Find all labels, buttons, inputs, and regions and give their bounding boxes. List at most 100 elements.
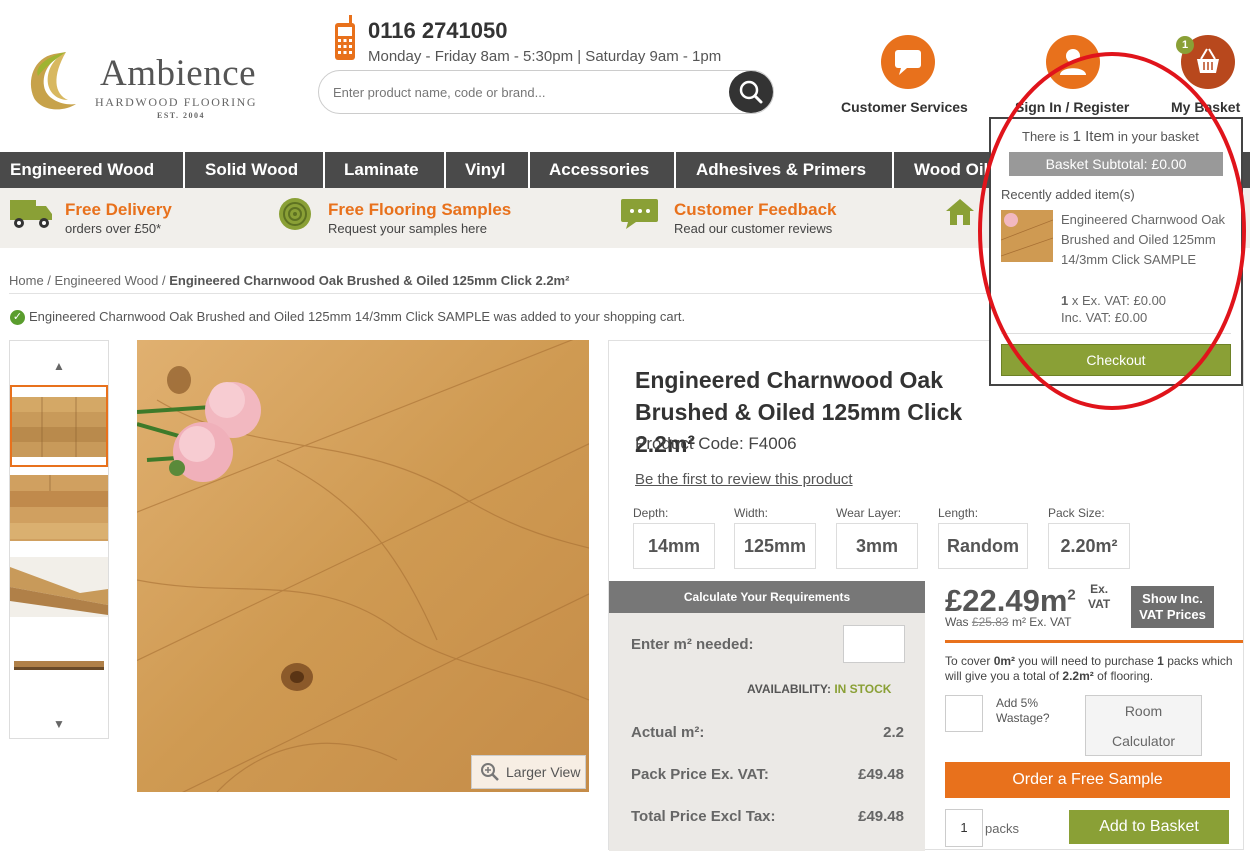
breadcrumb: Home / Engineered Wood / Engineered Char…	[9, 273, 569, 288]
customer-services-label[interactable]: Customer Services	[841, 99, 968, 115]
search-bar	[318, 70, 774, 114]
sign-in-button[interactable]	[1046, 35, 1100, 89]
count-text: in your basket	[1117, 129, 1199, 144]
price: £22.49m2	[945, 583, 1076, 619]
free-samples-title[interactable]: Free Flooring Samples	[328, 200, 511, 220]
basket-item-thumbnail[interactable]	[1001, 210, 1053, 262]
nav-accessories[interactable]: Accessories	[530, 152, 676, 188]
chat-icon	[621, 199, 658, 229]
was-suffix: m² Ex. VAT	[1011, 615, 1072, 629]
nav-vinyl[interactable]: Vinyl	[446, 152, 530, 188]
logo-name[interactable]: Ambience	[100, 52, 256, 95]
nav-adhesives[interactable]: Adhesives & Primers	[676, 152, 894, 188]
ex-vat-note: Ex. VAT	[1088, 582, 1110, 612]
basket-item-ex-vat: x Ex. VAT: £0.00	[1071, 293, 1167, 308]
spec-depth-label: Depth:	[633, 506, 669, 520]
cover-text: To cover	[945, 654, 991, 668]
logo-tagline: HARDWOOD FLOORING	[95, 95, 258, 109]
search-icon	[739, 80, 763, 104]
divider	[945, 640, 1243, 643]
thumbnail-3[interactable]	[10, 557, 108, 617]
order-sample-button[interactable]: Order a Free Sample	[945, 762, 1230, 798]
basket-subtotal: Basket Subtotal: £0.00	[1009, 152, 1223, 176]
product-code: Product Code: F4006	[635, 434, 797, 453]
free-delivery-title[interactable]: Free Delivery	[65, 200, 172, 220]
spec-wear-label: Wear Layer:	[836, 506, 902, 520]
count-text: There is	[1022, 129, 1069, 144]
truck-icon	[10, 200, 52, 228]
logo-est: EST. 2004	[157, 111, 206, 120]
thumb-down-arrow-icon[interactable]: ▼	[10, 709, 108, 739]
cover-total: 2.2m²	[1062, 669, 1094, 683]
breadcrumb-separator: /	[158, 273, 170, 288]
free-samples-sub: Request your samples here	[328, 221, 487, 236]
breadcrumb-separator: /	[43, 273, 55, 288]
wood-thumbnail-image	[14, 661, 104, 670]
availability: AVAILABILITY: IN STOCK	[747, 682, 891, 696]
wood-thumbnail-image	[1001, 210, 1053, 262]
wood-thumbnail-image	[10, 557, 108, 617]
show-vat-line-2: VAT Prices	[1139, 607, 1206, 622]
wastage-line-2: Wastage?	[996, 711, 1050, 725]
speech-bubble-icon	[895, 50, 921, 75]
thumbnail-1[interactable]	[10, 385, 108, 467]
wastage-checkbox[interactable]	[945, 695, 983, 732]
room-calculator-button[interactable]: Room Calculator	[1085, 695, 1202, 756]
wood-roll-icon	[279, 198, 311, 230]
search-input[interactable]	[333, 81, 723, 103]
nav-solid-wood[interactable]: Solid Wood	[185, 152, 325, 188]
breadcrumb-category[interactable]: Engineered Wood	[55, 273, 159, 288]
add-to-basket-button[interactable]: Add to Basket	[1069, 810, 1229, 844]
thumbnail-gallery: ▲ ▼	[9, 340, 109, 739]
calc-header: Calculate Your Requirements	[609, 581, 925, 613]
stock-status: IN STOCK	[834, 682, 892, 696]
m2-input[interactable]	[843, 625, 905, 663]
basket-label[interactable]: My Basket	[1171, 99, 1240, 115]
nav-engineered-wood[interactable]: Engineered Wood	[0, 152, 185, 188]
cover-m2: 0m²	[993, 654, 1016, 668]
spec-length-label: Length:	[938, 506, 979, 520]
spec-length-value: Random	[938, 523, 1028, 569]
breadcrumb-home[interactable]: Home	[9, 273, 44, 288]
home-icon	[946, 199, 974, 225]
product-image[interactable]	[137, 340, 589, 792]
breadcrumb-current: Engineered Charnwood Oak Brushed & Oiled…	[169, 273, 570, 288]
basket-item-price: 1 x Ex. VAT: £0.00 Inc. VAT: £0.00	[1061, 292, 1166, 326]
user-icon	[1060, 49, 1086, 75]
opening-hours: Monday - Friday 8am - 5:30pm | Saturday …	[368, 48, 722, 65]
free-delivery-sub: orders over £50*	[65, 221, 162, 236]
basket-item-qty: 1	[1061, 293, 1069, 308]
thumbnail-4[interactable]	[10, 631, 108, 701]
room-line-2: Calculator	[1111, 733, 1176, 749]
recent-items-label: Recently added item(s)	[1001, 187, 1135, 202]
logo-leaf-icon	[30, 52, 76, 110]
customer-services-button[interactable]	[881, 35, 935, 89]
was-price-value: £25.83	[971, 615, 1009, 629]
customer-feedback-title[interactable]: Customer Feedback	[674, 200, 837, 220]
nav-laminate[interactable]: Laminate	[325, 152, 446, 188]
success-check-icon: ✓	[10, 310, 25, 325]
review-link[interactable]: Be the first to review this product	[635, 471, 853, 488]
thumbnail-2[interactable]	[10, 475, 108, 541]
larger-view-label: Larger View	[506, 764, 581, 780]
phone-number[interactable]: 0116 2741050	[368, 18, 508, 44]
sign-in-label[interactable]: Sign In / Register	[1015, 99, 1129, 115]
show-inc-vat-button[interactable]: Show Inc. VAT Prices	[1131, 586, 1214, 628]
thumb-up-arrow-icon[interactable]: ▲	[10, 351, 108, 381]
spec-pack-value: 2.20m²	[1048, 523, 1130, 569]
basket-item-name[interactable]: Engineered Charnwood Oak Brushed and Oil…	[1061, 210, 1231, 270]
spec-width-value: 125mm	[734, 523, 816, 569]
was-price: Was £25.83 m² Ex. VAT	[945, 615, 1072, 629]
ex-vat-line-1: Ex.	[1090, 582, 1109, 596]
checkout-button[interactable]: Checkout	[1001, 344, 1231, 376]
quantity-input[interactable]: 1	[945, 809, 983, 847]
larger-view-button[interactable]: Larger View	[471, 755, 586, 789]
cover-text: you will need to purchase	[1018, 654, 1154, 668]
coverage-text: To cover 0m² you will need to purchase 1…	[945, 654, 1240, 684]
was-prefix: Was	[945, 615, 969, 629]
count-items: 1 Item	[1072, 128, 1115, 145]
packs-label: packs	[985, 821, 1019, 836]
search-button[interactable]	[729, 71, 773, 113]
room-line-1: Room	[1124, 703, 1163, 719]
pack-price-label: Pack Price Ex. VAT:	[631, 766, 769, 783]
